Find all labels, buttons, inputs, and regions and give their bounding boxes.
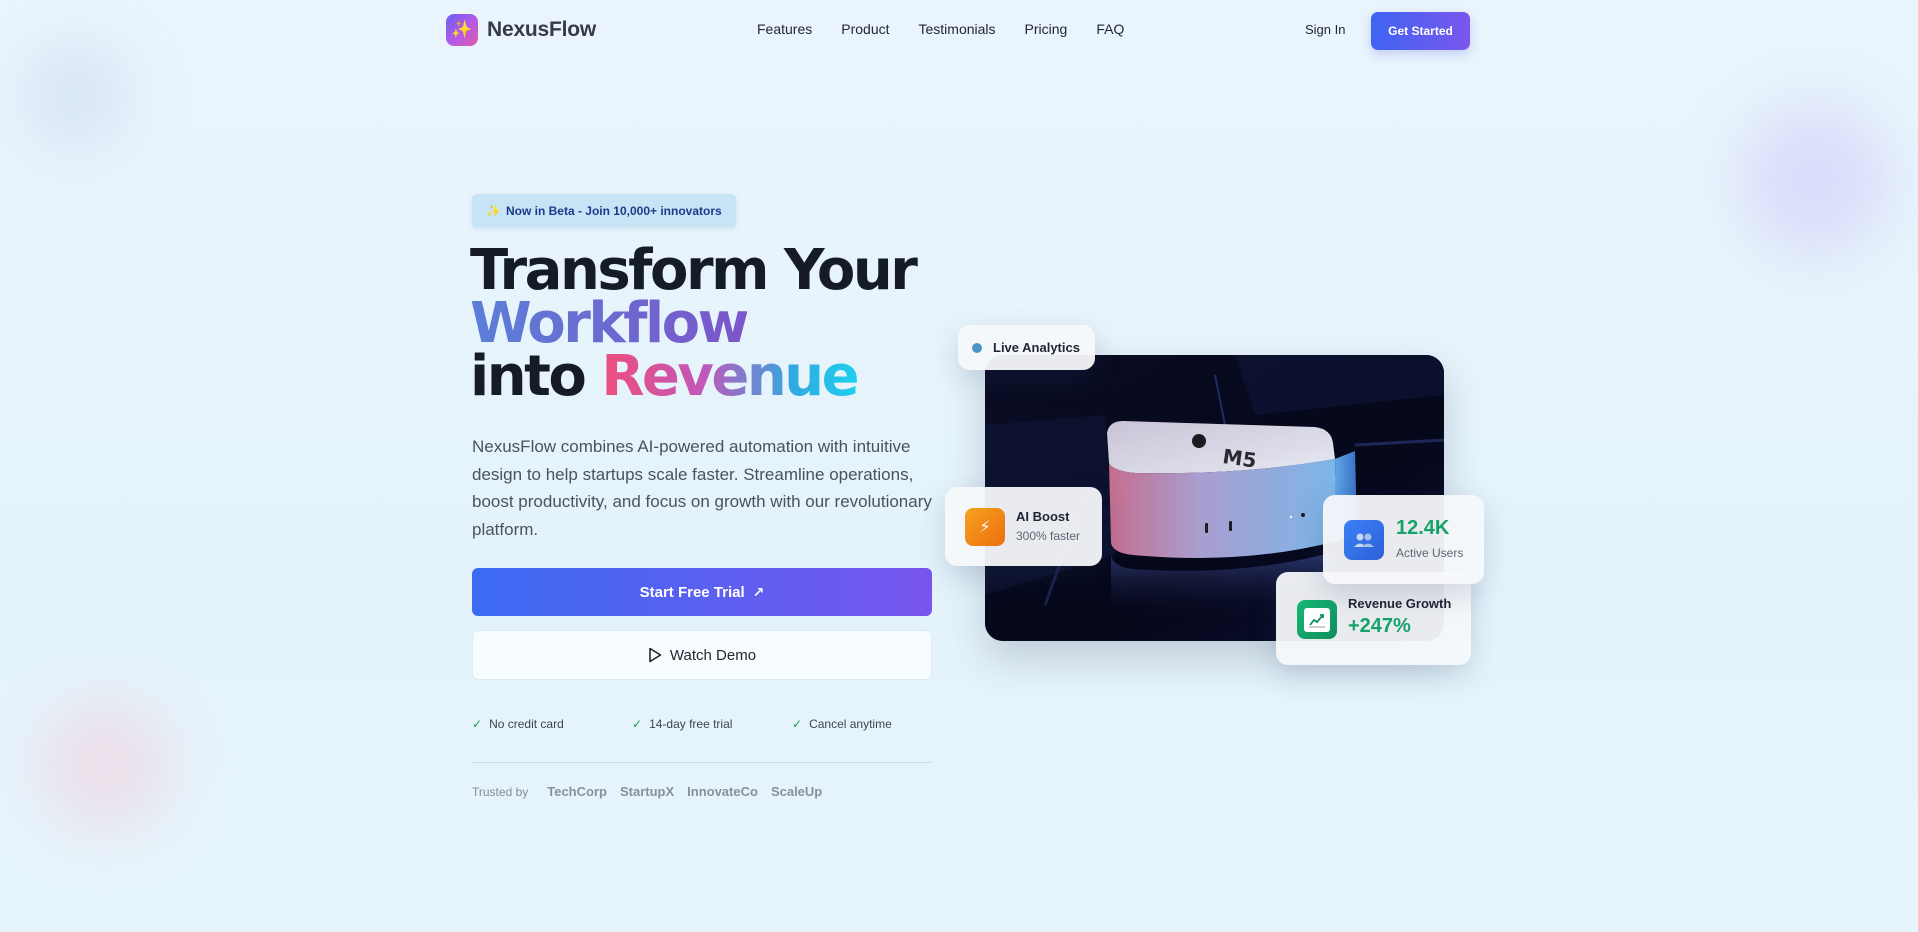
revenue-growth-card: Revenue Growth +247% <box>1276 572 1471 665</box>
background-blob <box>1740 105 1890 255</box>
sparkles-icon: ✨ <box>446 14 478 46</box>
revenue-growth-label: Revenue Growth <box>1348 596 1452 611</box>
benefit-item: ✓ Cancel anytime <box>792 717 892 731</box>
live-status-dot <box>972 342 982 353</box>
trusted-brand: StartupX <box>619 784 675 799</box>
lightning-icon: ⚡ <box>965 508 1005 546</box>
nav-link-testimonials[interactable]: Testimonials <box>919 21 996 37</box>
users-icon <box>1344 520 1384 560</box>
ai-boost-title: AI Boost <box>1016 509 1070 524</box>
beta-badge-text: Now in Beta - Join 10,000+ innovators <box>505 203 722 218</box>
hero-description: NexusFlow combines AI-powered automation… <box>472 437 932 539</box>
check-icon: ✓ <box>792 717 803 731</box>
watch-demo-button[interactable]: Watch Demo <box>472 630 932 680</box>
nav-link-pricing[interactable]: Pricing <box>1025 21 1068 37</box>
trusted-by-label: Trusted by <box>472 784 529 799</box>
background-blob <box>40 700 170 830</box>
trusted-brand: TechCorp <box>547 784 607 799</box>
svg-text:M5: M5 <box>1221 444 1258 472</box>
nav-link-faq[interactable]: FAQ <box>1096 21 1124 37</box>
chart-up-icon <box>1297 600 1337 639</box>
start-free-trial-label: Start Free Trial <box>639 583 745 601</box>
section-divider <box>472 762 932 763</box>
sign-in-link[interactable]: Sign In <box>1305 22 1345 37</box>
benefit-item: ✓ No credit card <box>472 717 632 731</box>
headline-revenue: Revenue <box>601 344 859 409</box>
beta-badge[interactable]: ✨ Now in Beta - Join 10,000+ innovators <box>472 194 736 227</box>
trusted-brand: ScaleUp <box>770 784 823 799</box>
live-analytics-label: Live Analytics <box>993 340 1080 355</box>
hero-headline: Transform Your Workflow into Revenue <box>470 238 918 405</box>
users-glyph <box>1354 533 1374 547</box>
headline-line-3: into Revenue <box>470 349 915 405</box>
main-nav: Features Product Testimonials Pricing FA… <box>757 21 1153 37</box>
check-icon: ✓ <box>632 717 643 731</box>
benefit-label: Cancel anytime <box>809 717 892 731</box>
brand-logo[interactable]: ✨ NexusFlow <box>446 14 596 46</box>
trusted-by-row: Trusted by TechCorp StartupX InnovateCo … <box>472 784 835 799</box>
sparkles-icon: ✨ <box>486 203 501 218</box>
play-icon <box>649 647 662 663</box>
watch-demo-label: Watch Demo <box>669 646 757 664</box>
headline-line-1: Transform Your <box>470 238 918 303</box>
nav-link-features[interactable]: Features <box>757 21 812 37</box>
active-users-value: 12.4K <box>1396 517 1450 539</box>
brand-name: NexusFlow <box>487 18 597 41</box>
start-free-trial-button[interactable]: Start Free Trial ↗ <box>472 568 932 616</box>
headline-line-2: Workflow <box>470 296 915 352</box>
benefit-item: ✓ 14-day free trial <box>632 717 792 731</box>
ai-boost-subtitle: 300% faster <box>1016 529 1081 543</box>
benefit-checklist: ✓ No credit card ✓ 14-day free trial ✓ C… <box>472 717 892 731</box>
active-users-label: Active Users <box>1396 546 1464 560</box>
headline-into: into <box>470 344 587 409</box>
check-icon: ✓ <box>472 717 483 731</box>
revenue-growth-value: +247% <box>1348 615 1411 637</box>
arrow-up-right-icon: ↗ <box>752 583 765 600</box>
live-analytics-chip[interactable]: Live Analytics <box>958 325 1095 370</box>
benefit-label: 14-day free trial <box>649 717 733 731</box>
nav-link-product[interactable]: Product <box>841 21 889 37</box>
chart-up-glyph <box>1309 613 1325 627</box>
top-navbar: ✨ NexusFlow Features Product Testimonial… <box>0 0 1918 60</box>
active-users-card: 12.4K Active Users <box>1323 495 1484 584</box>
chart-up-icon-inner <box>1304 607 1330 632</box>
trusted-brand: InnovateCo <box>687 784 758 799</box>
benefit-label: No credit card <box>489 717 564 731</box>
ai-boost-card: ⚡ AI Boost 300% faster <box>945 487 1102 566</box>
get-started-button[interactable]: Get Started <box>1371 12 1470 50</box>
